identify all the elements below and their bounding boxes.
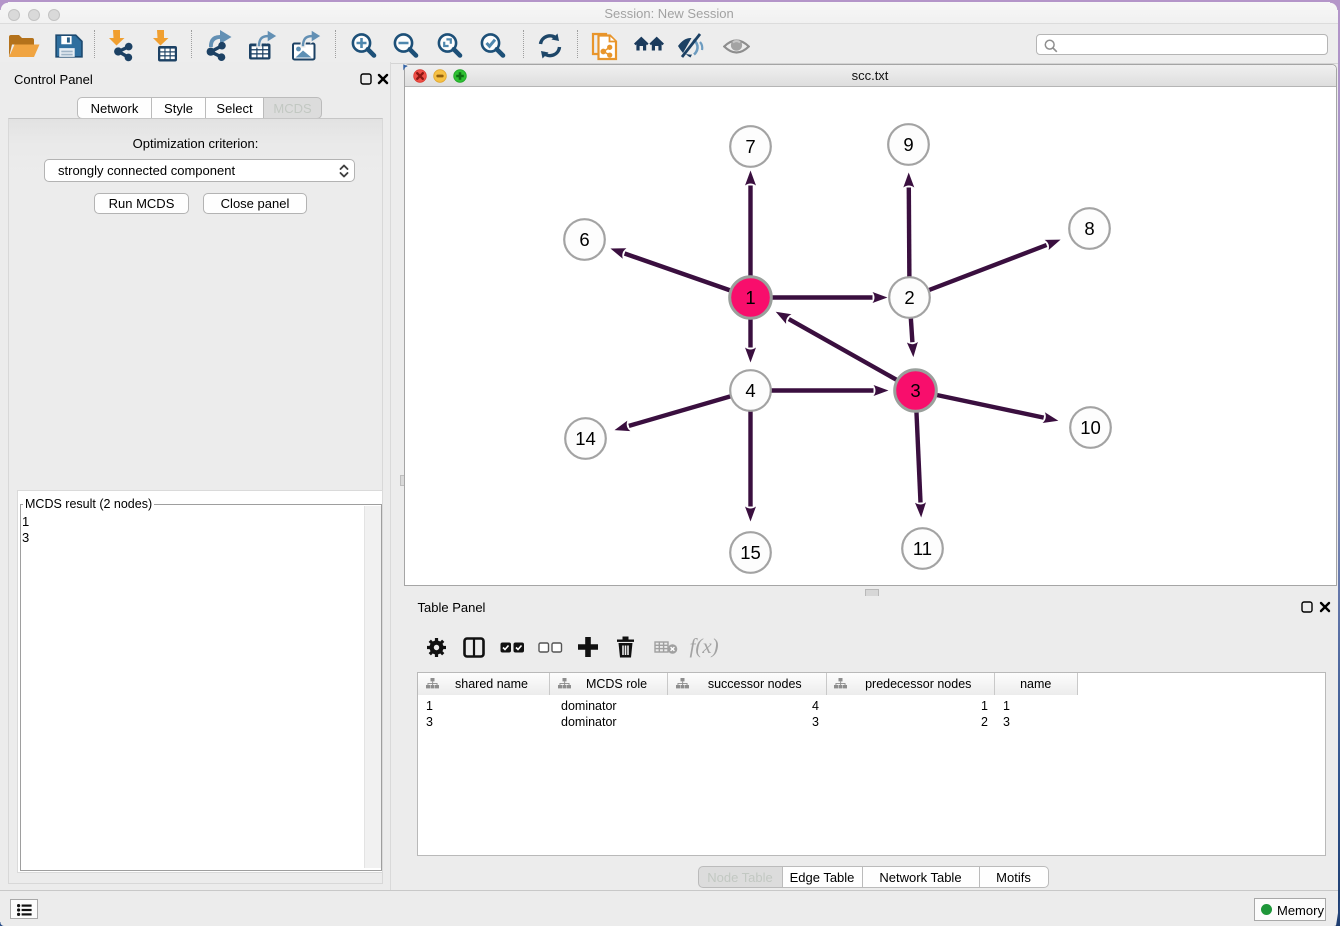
svg-text:7: 7: [745, 136, 755, 157]
svg-text:4: 4: [745, 380, 755, 401]
svg-text:11: 11: [912, 538, 931, 559]
svg-text:15: 15: [740, 542, 761, 563]
svg-text:6: 6: [579, 229, 589, 250]
svg-text:2: 2: [904, 287, 914, 308]
svg-text:10: 10: [1080, 417, 1101, 438]
svg-text:1: 1: [745, 287, 755, 308]
svg-text:3: 3: [910, 380, 920, 401]
svg-text:14: 14: [575, 428, 596, 449]
svg-text:9: 9: [903, 134, 913, 155]
svg-text:8: 8: [1084, 218, 1094, 239]
